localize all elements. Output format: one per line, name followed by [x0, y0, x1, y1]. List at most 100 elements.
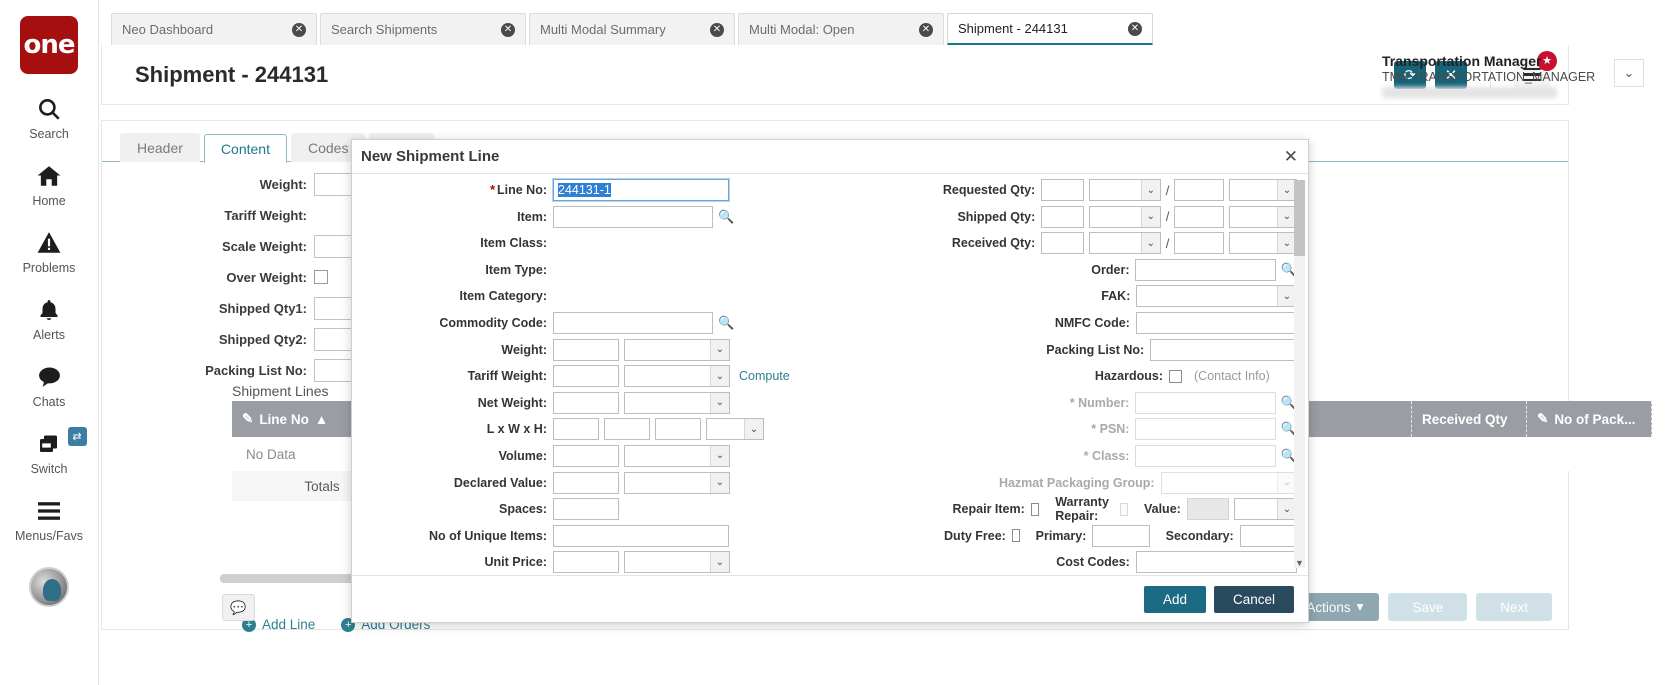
- select-hazmat-packaging-group[interactable]: ⌄: [1161, 472, 1297, 494]
- tab-content[interactable]: Content: [204, 134, 287, 163]
- input-weight[interactable]: [553, 339, 619, 361]
- add-button[interactable]: Add: [1144, 586, 1206, 613]
- input-nmfc-code[interactable]: [1136, 312, 1297, 334]
- input-received-qty[interactable]: [1041, 232, 1084, 254]
- input-primary[interactable]: [1092, 525, 1149, 547]
- input-unit-price[interactable]: [553, 551, 619, 573]
- tab-search-shipments[interactable]: Search Shipments ✕: [320, 13, 526, 45]
- next-button[interactable]: Next: [1476, 593, 1552, 621]
- chat-icon[interactable]: 💬: [222, 594, 255, 621]
- dialog-vertical-scrollbar[interactable]: ▼: [1294, 180, 1305, 568]
- tab-neo-dashboard[interactable]: Neo Dashboard ✕: [111, 13, 317, 45]
- input-requested-qty-alt[interactable]: [1174, 179, 1223, 201]
- sidebar-item-switch[interactable]: ⇄ Switch: [0, 429, 99, 476]
- tab-header[interactable]: Header: [120, 133, 200, 162]
- input-spaces[interactable]: [553, 498, 619, 520]
- magnifier-icon[interactable]: 🔍: [718, 315, 735, 331]
- close-icon[interactable]: ✕: [919, 23, 933, 37]
- checkbox-repair-item[interactable]: [1031, 503, 1039, 516]
- select-dimension-uom[interactable]: ⌄: [706, 418, 764, 440]
- sidebar-item-search[interactable]: Search: [0, 94, 99, 141]
- field-item-class: Item Class:: [352, 231, 832, 255]
- input-packing-list-no[interactable]: [1150, 339, 1297, 361]
- input-no-of-unique-items[interactable]: [553, 525, 729, 547]
- select-weight-uom[interactable]: ⌄: [624, 339, 730, 361]
- sidebar-item-menus-favs[interactable]: Menus/Favs: [0, 496, 99, 543]
- select-declared-value-currency[interactable]: ⌄: [624, 472, 730, 494]
- search-icon: [36, 94, 62, 124]
- checkbox-warranty-repair[interactable]: [1120, 503, 1128, 516]
- input-width[interactable]: [604, 418, 650, 440]
- select-volume-uom[interactable]: ⌄: [624, 445, 730, 467]
- input-hazmat-number[interactable]: [1135, 392, 1275, 414]
- chevron-down-icon: ⌄: [1141, 233, 1160, 253]
- input-commodity-code[interactable]: [553, 312, 713, 334]
- input-volume[interactable]: [553, 445, 619, 467]
- cancel-button[interactable]: Cancel: [1214, 586, 1294, 613]
- page-header-card: Shipment - 244131 ⟳ ✕ ★: [101, 45, 1569, 105]
- user-info[interactable]: Transportation Manager TMS.TRANSPORTATIO…: [1368, 45, 1668, 105]
- switch-icon: [36, 429, 62, 459]
- input-tariff-weight[interactable]: [553, 365, 619, 387]
- input-length[interactable]: [553, 418, 599, 440]
- label-hazardous: Hazardous:: [832, 369, 1169, 383]
- magnifier-icon[interactable]: 🔍: [718, 209, 735, 225]
- sidebar-item-problems[interactable]: Problems: [0, 228, 99, 275]
- compute-link[interactable]: Compute: [739, 369, 790, 383]
- select-received-qty-alt-uom[interactable]: ⌄: [1229, 232, 1297, 254]
- select-unit-price-currency[interactable]: ⌄: [624, 551, 730, 573]
- switch-badge-icon[interactable]: ⇄: [68, 427, 87, 446]
- input-warranty-value[interactable]: [1187, 498, 1230, 520]
- checkbox-hazardous[interactable]: [1169, 370, 1182, 383]
- close-icon[interactable]: ✕: [1128, 22, 1142, 36]
- input-hazmat-psn[interactable]: [1135, 418, 1275, 440]
- select-shipped-qty-alt-uom[interactable]: ⌄: [1229, 206, 1297, 228]
- tab-multi-modal-summary[interactable]: Multi Modal Summary ✕: [529, 13, 735, 45]
- input-requested-qty[interactable]: [1041, 179, 1084, 201]
- sidebar-item-chats[interactable]: Chats: [0, 362, 99, 409]
- input-order[interactable]: [1135, 259, 1275, 281]
- input-line-no[interactable]: 244131-1: [553, 179, 729, 201]
- select-warranty-value-currency[interactable]: ⌄: [1234, 498, 1297, 520]
- label-hazmat-packaging-group: Hazmat Packaging Group:: [832, 476, 1161, 490]
- avatar[interactable]: [29, 567, 69, 607]
- input-declared-value[interactable]: [553, 472, 619, 494]
- checkbox-duty-free[interactable]: [1012, 529, 1020, 542]
- input-shipped-qty-alt[interactable]: [1174, 206, 1223, 228]
- bg-checkbox-over-weight[interactable]: [314, 270, 328, 284]
- select-shipped-qty-uom[interactable]: ⌄: [1089, 206, 1160, 228]
- scroll-down-icon[interactable]: ▼: [1294, 558, 1305, 568]
- chevron-down-icon: ⌄: [1141, 180, 1160, 200]
- input-shipped-qty[interactable]: [1041, 206, 1084, 228]
- sidebar-item-home[interactable]: Home: [0, 161, 99, 208]
- select-fak[interactable]: ⌄: [1136, 285, 1297, 307]
- chevron-down-icon[interactable]: ⌄: [1614, 59, 1644, 87]
- close-icon[interactable]: ✕: [292, 23, 306, 37]
- grid-col-no-of-packages[interactable]: ✎ No of Pack...: [1527, 401, 1652, 437]
- field-no-of-unique-items: No of Unique Items:: [352, 524, 832, 548]
- save-button[interactable]: Save: [1388, 593, 1467, 621]
- close-icon[interactable]: ✕: [710, 23, 724, 37]
- input-secondary[interactable]: [1240, 525, 1297, 547]
- shipment-lines-title: Shipment Lines: [232, 383, 329, 399]
- dialog-left-column: *Line No: 244131-1 Item: 🔍 Item Class: I…: [352, 178, 832, 575]
- input-height[interactable]: [655, 418, 701, 440]
- tab-label: Multi Modal Summary: [540, 22, 666, 37]
- select-requested-qty-alt-uom[interactable]: ⌄: [1229, 179, 1297, 201]
- scrollbar-thumb[interactable]: [1294, 180, 1305, 256]
- select-net-weight-uom[interactable]: ⌄: [624, 392, 730, 414]
- select-tariff-weight-uom[interactable]: ⌄: [624, 365, 730, 387]
- close-icon[interactable]: ✕: [1284, 148, 1298, 165]
- tab-shipment-244131[interactable]: Shipment - 244131 ✕: [947, 13, 1153, 45]
- input-hazmat-class[interactable]: [1135, 445, 1275, 467]
- select-requested-qty-uom[interactable]: ⌄: [1089, 179, 1160, 201]
- close-icon[interactable]: ✕: [501, 23, 515, 37]
- select-received-qty-uom[interactable]: ⌄: [1089, 232, 1160, 254]
- tab-multi-modal-open[interactable]: Multi Modal: Open ✕: [738, 13, 944, 45]
- input-cost-codes[interactable]: [1136, 551, 1297, 573]
- input-received-qty-alt[interactable]: [1174, 232, 1223, 254]
- input-net-weight[interactable]: [553, 392, 619, 414]
- grid-col-received-qty[interactable]: Received Qty: [1412, 401, 1527, 437]
- sidebar-item-alerts[interactable]: Alerts: [0, 295, 99, 342]
- input-item[interactable]: [553, 206, 713, 228]
